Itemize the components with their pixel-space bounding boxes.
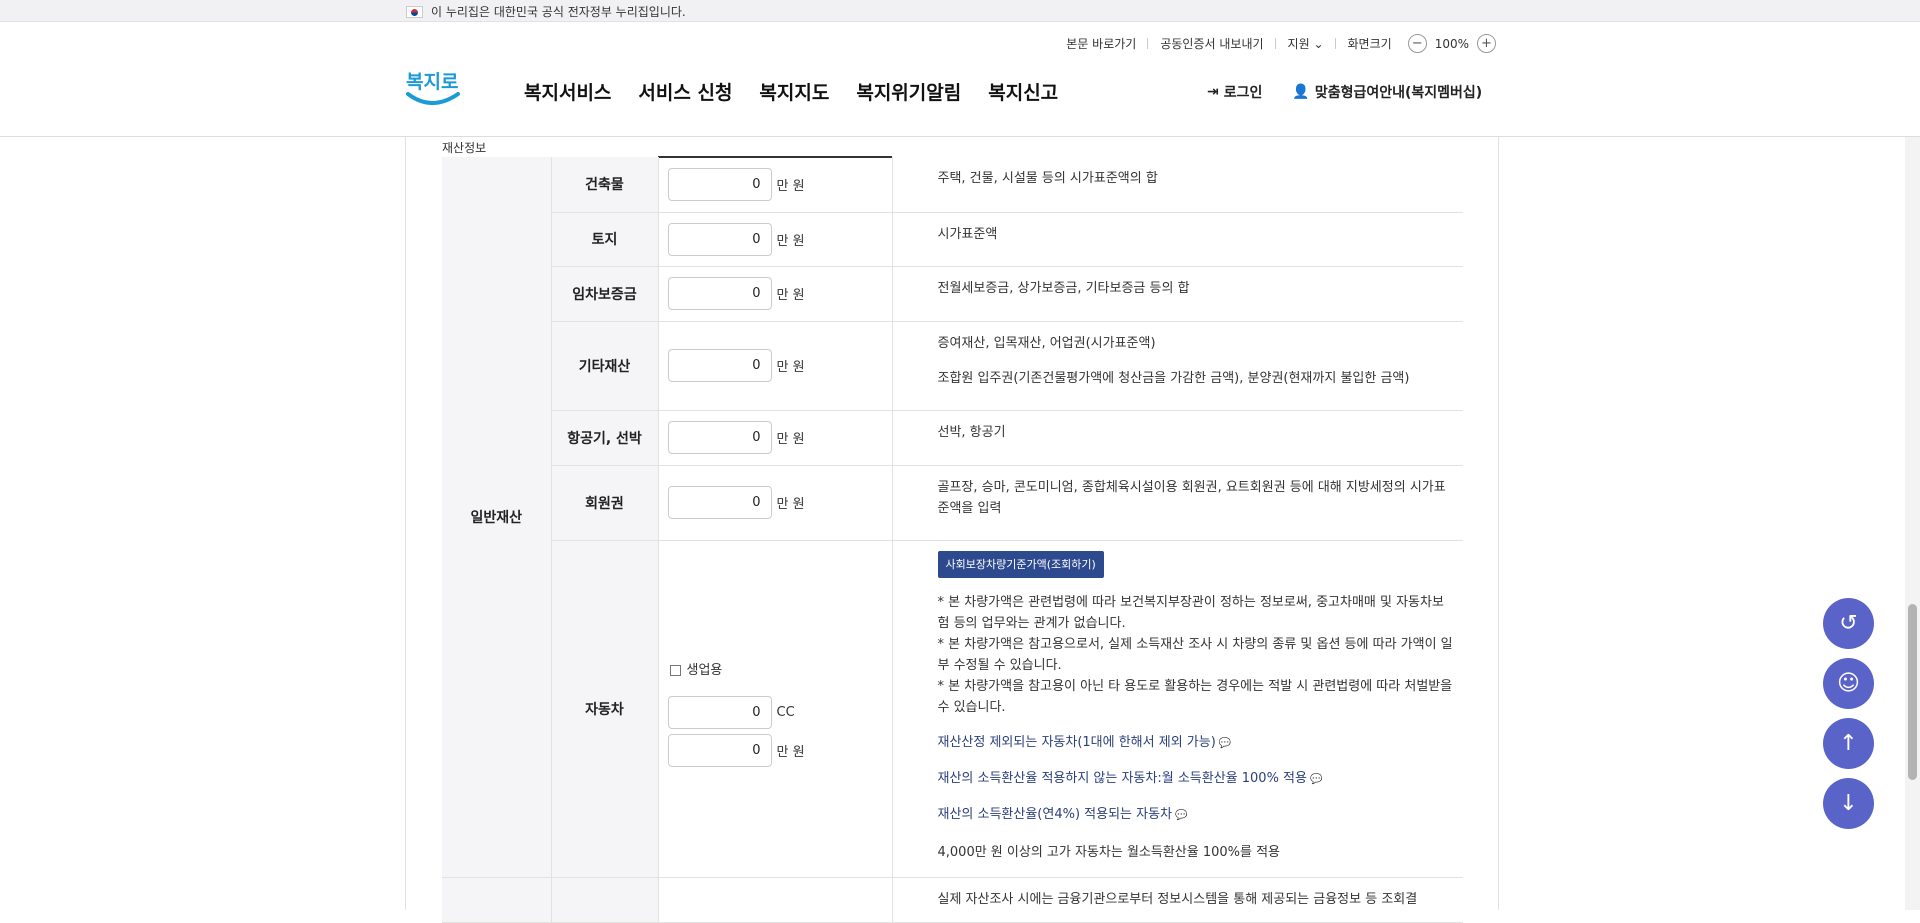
zoom-label: 화면크기 [1347,37,1392,51]
car-footnote: 4,000만 원 이상의 고가 자동차는 월소득환산율 100%를 적용 [937,844,1281,860]
row-description: 골프장, 승마, 콘도미니엄, 종합체육시설이용 회원권, 요트회원권 등에 대… [937,479,1446,516]
table-row: 임차보증금 0 만 원 전월세보증금, 상가보증금, 기타보증금 등의 합 [442,266,1463,322]
table-row: 토지 0만 원 시가표준액 [442,212,1463,267]
auth-links: ⇥ 로그인 👤 맞춤형급여안내(복지멤버십) [1207,82,1482,102]
chatbot-button[interactable]: ☺ [1823,658,1874,709]
car-cc-input[interactable]: 0 [667,695,772,729]
no-conversion-car-link[interactable]: 재산의 소득환산율 적용하지 않는 자동차:월 소득환산율 100% 적용 💬 [938,768,1454,790]
nav-welfare-service[interactable]: 복지서비스 [524,78,611,105]
unit-label: 만 원 [776,744,805,760]
scroll-top-button[interactable]: ↑ [1823,718,1874,769]
table-row: 항공기, 선박 0 만 원 선박, 항공기 [442,410,1463,466]
row-label: 항공기, 선박 [551,410,659,466]
aircraft-ship-input[interactable]: 0 [667,421,772,454]
checkbox-box[interactable] [669,664,681,676]
row-label: 임차보증금 [551,266,659,322]
scrollbar-thumb[interactable] [1908,604,1917,780]
unit-label: 만 원 [776,233,805,249]
tooltip-icon: 💬 [1309,773,1323,785]
logo-text: 복지로 [406,71,458,93]
table-row: 기타재산 0 만 원 증여재산, 입목재산, 어업권(시가표준액) 조합원 입주권… [442,321,1463,411]
link-label: 재산의 소득환산율 적용하지 않는 자동차:월 소득환산율 100% 적용 [937,770,1307,786]
unit-label: 만 원 [776,360,805,375]
vertical-scrollbar[interactable] [1905,137,1920,910]
table-row: 회원권 0 만 원 골프장, 승마, 콘도미니엄, 종합체육시설이용 회원권, 요… [442,465,1463,541]
row-description: 주택, 건물, 시설물 등의 시가표준액의 합 [937,171,1158,186]
unit-label: CC [776,704,795,720]
unit-label: 만 원 [776,432,805,447]
membership-right-input[interactable]: 0 [667,486,772,519]
car-value-lookup-button[interactable]: 사회보장차량기준가액(조회하기) [937,550,1104,578]
category-general-asset: 일반재산 [442,157,552,878]
bokjiro-logo[interactable]: 복지로 [404,64,462,114]
support-menu[interactable]: 지원 ⌄ [1276,35,1336,52]
lease-deposit-input[interactable]: 0 [667,277,772,310]
tooltip-icon: 💬 [1218,737,1232,749]
gov-banner-text: 이 누리집은 대한민국 공식 전자정부 누리집입니다. [431,5,686,19]
korea-flag-icon [406,5,423,18]
gov-banner: 이 누리집은 대한민국 공식 전자정부 누리집입니다. [0,0,1920,22]
asset-table: 일반재산 건축물 0만 원 주택, 건물, 시설물 등의 시가표준액의 합 토지… [442,157,1463,923]
tooltip-icon: 💬 [1175,809,1188,821]
utility-bar: 본문 바로가기 공동인증서 내보내기 지원 ⌄ 화면크기 − 100% + [1054,34,1500,53]
table-row: 일반재산 건축물 0만 원 주택, 건물, 시설물 등의 시가표준액의 합 [442,157,1463,878]
site-header: 본문 바로가기 공동인증서 내보내기 지원 ⌄ 화면크기 − 100% + 복지… [0,22,1920,137]
user-plus-icon: 👤 [1292,84,1310,100]
unit-label: 만 원 [776,497,805,512]
cert-export-link[interactable]: 공동인증서 내보내기 [1148,35,1276,52]
row-label: 기타재산 [551,321,659,411]
row-label: 건축물 [551,157,659,213]
excluded-car-link[interactable]: 재산산정 제외되는 자동차(1대에 한해서 제외 가능) 💬 [938,732,1454,754]
link-label: 재산산정 제외되는 자동차(1대에 한해서 제외 가능) [937,734,1216,750]
login-link[interactable]: ⇥ 로그인 [1207,82,1262,102]
business-checkbox-label: 생업용 [686,662,723,678]
building-input[interactable]: 0 [667,167,772,201]
membership-link[interactable]: 👤 맞춤형급여안내(복지멤버십) [1292,82,1482,102]
zoom-value: 100% [1434,36,1469,51]
skip-to-content-link[interactable]: 본문 바로가기 [1054,35,1149,52]
history-icon: ↺ [1839,611,1858,636]
table-row: 자동차 생업용 0 CC 0만 원 사회보장차량기준가액(조회하기) * 본 차량… [442,540,1463,878]
nav-welfare-map[interactable]: 복지지도 [759,78,829,105]
zoom-in-button[interactable]: + [1477,34,1496,53]
login-label: 로그인 [1223,85,1263,101]
table-caption: 재산정보 [442,141,487,155]
row-description: 시가표준액 [937,226,998,242]
other-asset-input[interactable]: 0 [667,349,772,382]
car-note: * 본 차량가액은 참고용으로서, 실제 소득재산 조사 시 차량의 종류 및 … [937,636,1453,673]
land-input[interactable]: 0 [667,222,772,256]
row-description: 조합원 입주권(기존건물평가액에 청산금을 가감한 금액), 분양권(현재까지 … [937,370,1410,386]
scroll-bottom-button[interactable]: ↓ [1823,778,1874,829]
conversion-car-link[interactable]: 재산의 소득환산율(연4%) 적용되는 자동차 💬 [938,804,1454,826]
row-description: 증여재산, 입목재산, 어업권(시가표준액) [937,335,1156,351]
zoom-out-button[interactable]: − [1407,34,1427,53]
chevron-down-icon: ⌄ [1313,37,1324,51]
main-nav: 복지서비스 서비스 신청 복지지도 복지위기알림 복지신고 [524,78,1058,105]
unit-label: 만 원 [776,288,805,303]
chatbot-icon: ☺ [1837,671,1860,696]
row-label: 토지 [551,212,659,267]
nav-crisis-alert[interactable]: 복지위기알림 [856,78,961,105]
nav-service-apply[interactable]: 서비스 신청 [638,78,732,105]
nav-welfare-report[interactable]: 복지신고 [988,78,1058,105]
arrow-down-icon: ↓ [1839,791,1858,816]
unit-label: 만 원 [776,178,805,194]
business-checkbox[interactable]: 생업용 [669,659,883,678]
row-description: 선박, 항공기 [937,424,1006,440]
car-note: * 본 차량가액은 관련법령에 따라 보건복지부장관이 정하는 정보로써, 중고… [937,594,1444,631]
car-note: * 본 차량가액을 참고용이 아닌 타 용도로 활용하는 경우에는 적발 시 관… [937,678,1453,715]
floating-actions: ↺ ☺ ↑ ↓ [1823,598,1874,829]
row-label: 회원권 [551,465,659,541]
membership-label: 맞춤형급여안내(복지멤버십) [1314,85,1483,101]
login-icon: ⇥ [1207,84,1219,100]
row-label: 자동차 [551,540,659,878]
car-value-input[interactable]: 0 [667,733,772,767]
row-description: 전월세보증금, 상가보증금, 기타보증금 등의 합 [937,280,1190,296]
recent-history-button[interactable]: ↺ [1823,598,1874,649]
table-row: 실제 자산조사 시에는 금융기관으로부터 정보시스템을 통해 제공되는 금융정보… [442,877,1463,923]
arrow-up-icon: ↑ [1839,731,1858,756]
link-label: 재산의 소득환산율(연4%) 적용되는 자동차 [937,806,1173,822]
row-description: 실제 자산조사 시에는 금융기관으로부터 정보시스템을 통해 제공되는 금융정보… [937,891,1418,907]
support-label: 지원 [1287,37,1310,51]
